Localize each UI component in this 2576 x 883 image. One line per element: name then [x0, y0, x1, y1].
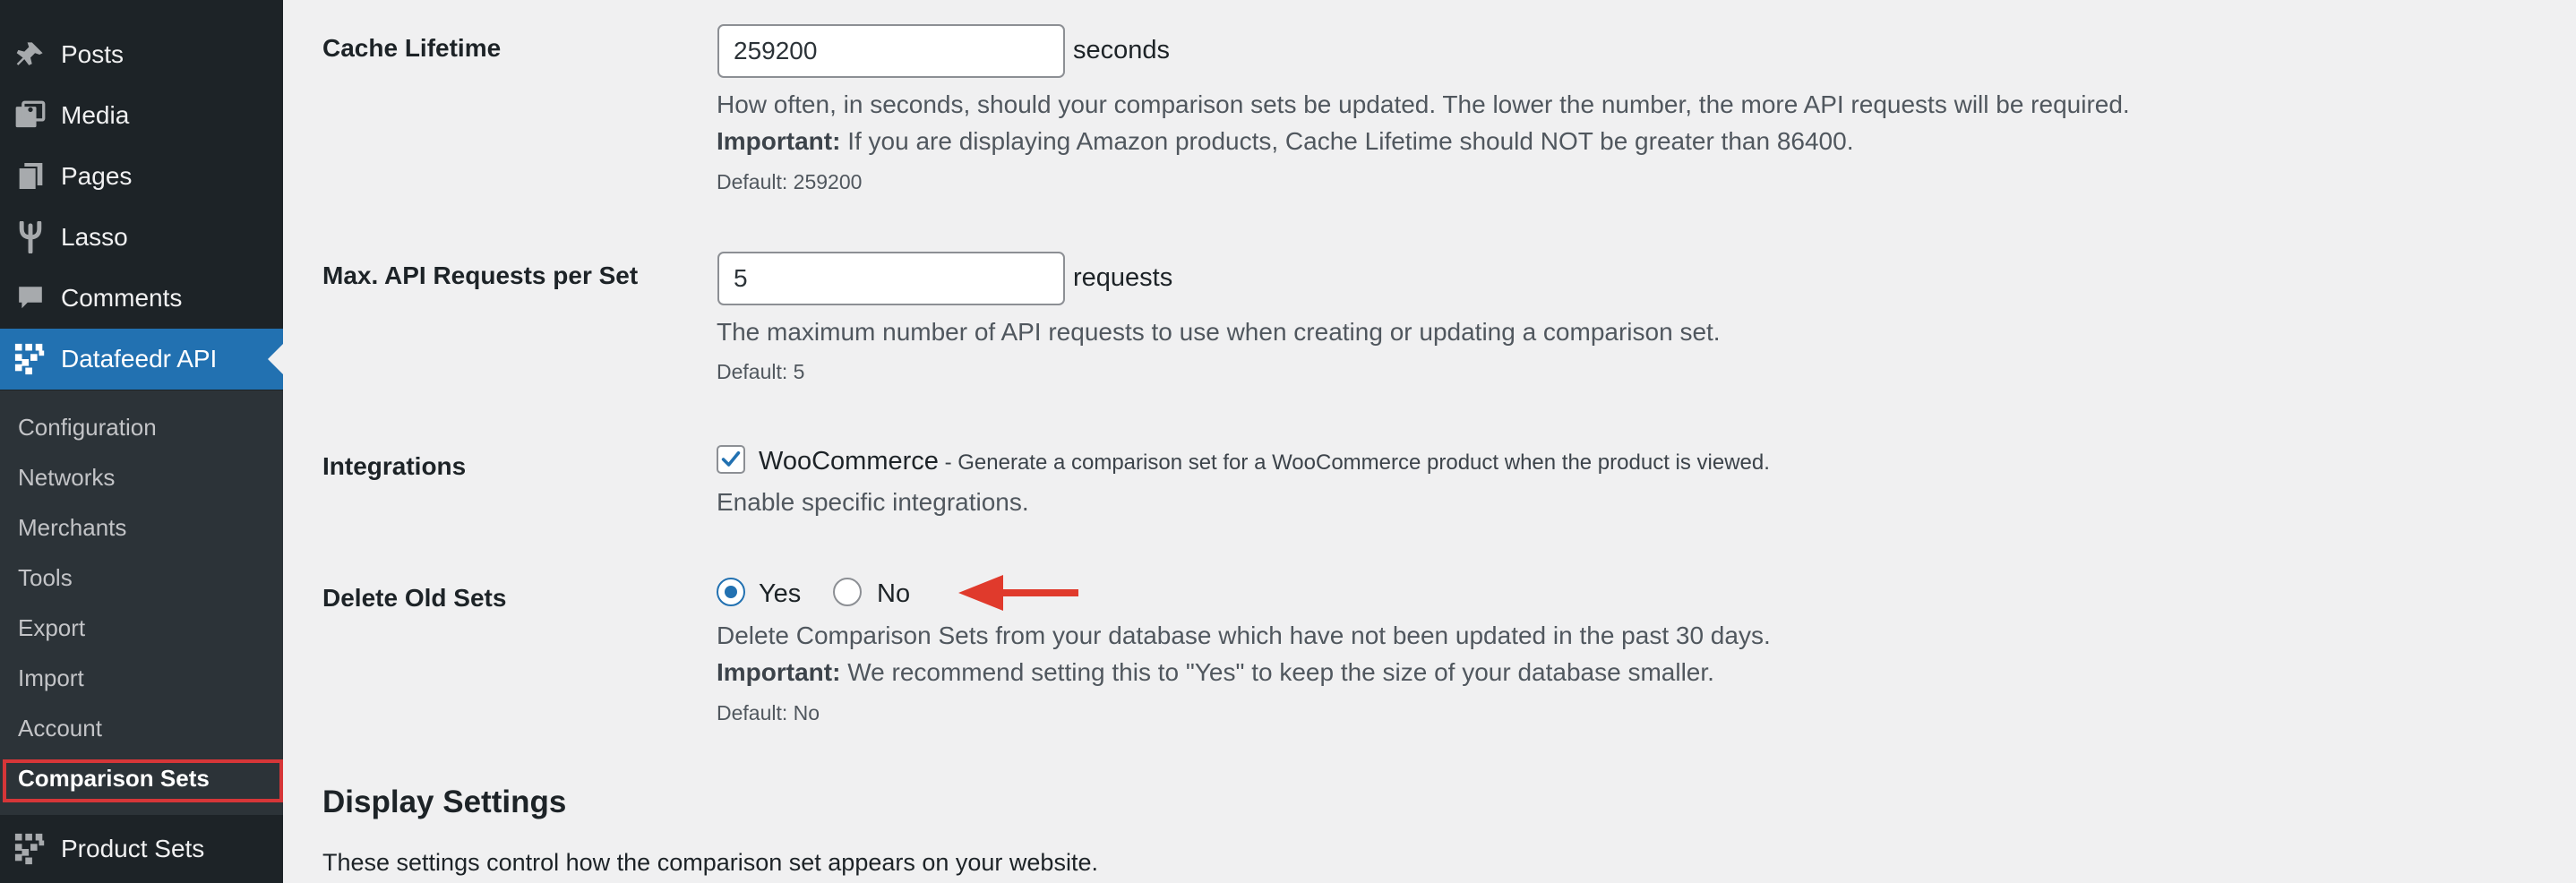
display-settings-description: These settings control how the compariso… [322, 849, 1098, 876]
delete-old-sets-label: Delete Old Sets [322, 584, 507, 612]
sidebar-item-pages[interactable]: Pages [0, 146, 283, 207]
submenu-item-merchants[interactable]: Merchants [18, 514, 126, 542]
sidebar-item-label: Media [61, 101, 130, 129]
sidebar-item-lasso[interactable]: Lasso [0, 207, 283, 268]
datafeedr-icon [0, 832, 61, 866]
cache-lifetime-important: Important: If you are displaying Amazon … [717, 127, 1853, 156]
cache-lifetime-label: Cache Lifetime [322, 34, 502, 62]
submenu-item-export[interactable]: Export [18, 614, 85, 642]
woocommerce-label[interactable]: WooCommerce [759, 447, 939, 476]
woocommerce-option: WooCommerce - Generate a comparison set … [759, 447, 1770, 476]
pages-icon [0, 161, 61, 192]
max-requests-description: The maximum number of API requests to us… [717, 318, 1721, 346]
sidebar-item-media[interactable]: Media [0, 85, 283, 146]
submenu-item-import[interactable]: Import [18, 664, 84, 692]
submenu-item-networks[interactable]: Networks [18, 464, 115, 492]
delete-old-sets-no-label[interactable]: No [877, 579, 910, 609]
submenu-item-configuration[interactable]: Configuration [18, 414, 157, 442]
datafeedr-submenu: Configuration Networks Merchants Tools E… [0, 390, 283, 815]
comment-icon [0, 284, 61, 313]
pin-icon [0, 39, 61, 70]
submenu-item-tools[interactable]: Tools [18, 564, 73, 592]
integrations-label: Integrations [322, 452, 467, 480]
display-settings-heading: Display Settings [322, 784, 567, 819]
max-requests-label: Max. API Requests per Set [322, 261, 639, 289]
important-text: We recommend setting this to "Yes" to ke… [840, 658, 1714, 686]
sidebar-item-datafeedr-api[interactable]: Datafeedr API [0, 329, 283, 390]
datafeedr-icon [0, 342, 61, 376]
sidebar-item-product-sets[interactable]: Product Sets [0, 819, 283, 879]
delete-old-sets-description: Delete Comparison Sets from your databas… [717, 622, 1771, 649]
delete-old-sets-yes-radio[interactable] [717, 578, 745, 606]
sidebar-item-comments[interactable]: Comments [0, 268, 283, 329]
cache-lifetime-unit: seconds [1073, 36, 1171, 64]
delete-old-sets-no-radio[interactable] [833, 578, 862, 606]
delete-old-sets-default: Default: No [717, 701, 820, 724]
sidebar-item-posts[interactable]: Posts [0, 24, 283, 85]
red-arrow-annotation [958, 575, 1078, 611]
sidebar-item-label: Product Sets [61, 835, 205, 862]
sidebar-item-label: Posts [61, 40, 125, 68]
important-label: Important: [717, 127, 841, 155]
max-requests-input[interactable] [717, 252, 1065, 305]
max-requests-default: Default: 5 [717, 360, 805, 383]
media-icon [0, 100, 61, 131]
cache-lifetime-description: How often, in seconds, should your compa… [717, 90, 2130, 118]
cache-lifetime-input[interactable] [717, 24, 1065, 78]
sidebar-item-label: Lasso [61, 223, 128, 251]
important-text: If you are displaying Amazon products, C… [840, 127, 1854, 155]
lasso-icon [0, 221, 61, 253]
woocommerce-hint: - Generate a comparison set for a WooCom… [938, 450, 1770, 475]
current-item-highlight [3, 759, 283, 802]
delete-old-sets-important: Important: We recommend setting this to … [717, 658, 1714, 687]
important-label: Important: [717, 658, 841, 686]
submenu-item-account[interactable]: Account [18, 715, 102, 742]
woocommerce-checkbox[interactable] [717, 445, 745, 474]
max-requests-unit: requests [1073, 263, 1173, 292]
delete-old-sets-yes-label[interactable]: Yes [759, 579, 801, 609]
sidebar-item-label: Datafeedr API [61, 345, 218, 373]
integrations-description: Enable specific integrations. [717, 488, 1029, 516]
cache-lifetime-default: Default: 259200 [717, 170, 863, 193]
admin-sidebar: Posts Media Pages Lasso Comments Datafee… [0, 0, 283, 883]
sidebar-item-label: Pages [61, 162, 133, 190]
sidebar-item-label: Comments [61, 284, 183, 312]
checkmark-icon [721, 451, 741, 467]
